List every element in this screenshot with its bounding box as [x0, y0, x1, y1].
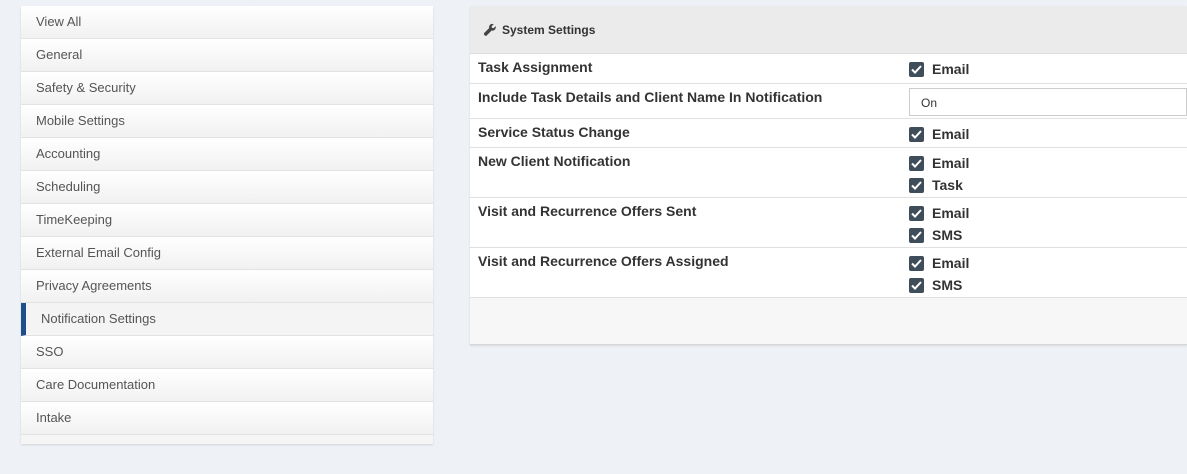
setting-row-offers-assigned: Visit and Recurrence Offers Assigned Ema… — [470, 248, 1187, 298]
email-checkbox[interactable] — [909, 155, 924, 171]
check-icon — [911, 129, 922, 139]
system-settings-panel: System Settings Task Assignment Email In… — [470, 6, 1187, 345]
check-icon — [911, 208, 922, 218]
sidebar-item-external-email-config[interactable]: External Email Config — [21, 237, 433, 270]
setting-label: New Client Notification — [478, 153, 631, 169]
option-label: SMS — [932, 227, 963, 243]
sms-checkbox[interactable] — [909, 277, 924, 293]
sidebar-item-intake[interactable]: Intake — [21, 402, 433, 435]
email-checkbox[interactable] — [909, 61, 924, 77]
option-label: Email — [932, 61, 970, 77]
wrench-icon — [483, 23, 496, 36]
check-icon — [911, 258, 922, 268]
email-option: Email — [909, 252, 1187, 274]
email-checkbox[interactable] — [909, 126, 924, 142]
email-checkbox[interactable] — [909, 255, 924, 271]
check-icon — [911, 280, 922, 290]
sidebar-item-sso[interactable]: SSO — [21, 336, 433, 369]
check-icon — [911, 180, 922, 190]
setting-label: Task Assignment — [478, 59, 593, 75]
sidebar-item-timekeeping[interactable]: TimeKeeping — [21, 204, 433, 237]
check-icon — [911, 158, 922, 168]
option-label: Email — [932, 155, 970, 171]
email-option: Email — [909, 123, 1187, 145]
sidebar-item-privacy-agreements[interactable]: Privacy Agreements — [21, 270, 433, 303]
check-icon — [911, 230, 922, 240]
sms-option: SMS — [909, 224, 1187, 246]
sidebar-item-mobile-settings[interactable]: Mobile Settings — [21, 105, 433, 138]
option-label: Email — [932, 205, 970, 221]
include-task-details-select[interactable]: On — [909, 88, 1187, 116]
sidebar-item-general[interactable]: General — [21, 39, 433, 72]
task-checkbox[interactable] — [909, 177, 924, 193]
setting-label: Visit and Recurrence Offers Assigned — [478, 253, 729, 269]
sms-option: SMS — [909, 274, 1187, 296]
option-label: Task — [932, 177, 963, 193]
panel-header: System Settings — [470, 6, 1187, 54]
option-label: SMS — [932, 277, 963, 293]
email-option: Email — [909, 152, 1187, 174]
sidebar-item-notification-settings[interactable]: Notification Settings — [21, 303, 433, 336]
setting-label: Include Task Details and Client Name In … — [478, 89, 823, 105]
email-option: Email — [909, 202, 1187, 224]
setting-row-service-status-change: Service Status Change Email — [470, 119, 1187, 148]
sms-checkbox[interactable] — [909, 227, 924, 243]
sidebar-item-safety-security[interactable]: Safety & Security — [21, 72, 433, 105]
sidebar-item-accounting[interactable]: Accounting — [21, 138, 433, 171]
setting-row-task-assignment: Task Assignment Email — [470, 54, 1187, 84]
setting-row-new-client-notification: New Client Notification Email Task — [470, 148, 1187, 198]
setting-row-include-task-details: Include Task Details and Client Name In … — [470, 84, 1187, 119]
sidebar-item-scheduling[interactable]: Scheduling — [21, 171, 433, 204]
option-label: Email — [932, 126, 970, 142]
setting-label: Service Status Change — [478, 124, 630, 140]
task-option: Task — [909, 174, 1187, 196]
sidebar-item-care-documentation[interactable]: Care Documentation — [21, 369, 433, 402]
email-checkbox[interactable] — [909, 205, 924, 221]
settings-sidebar: View All General Safety & Security Mobil… — [21, 6, 433, 444]
setting-label: Visit and Recurrence Offers Sent — [478, 203, 697, 219]
email-option: Email — [909, 58, 1187, 80]
check-icon — [911, 64, 922, 74]
panel-title: System Settings — [502, 22, 596, 37]
option-label: Email — [932, 255, 970, 271]
sidebar-item-view-all[interactable]: View All — [21, 6, 433, 39]
setting-row-offers-sent: Visit and Recurrence Offers Sent Email S… — [470, 198, 1187, 248]
